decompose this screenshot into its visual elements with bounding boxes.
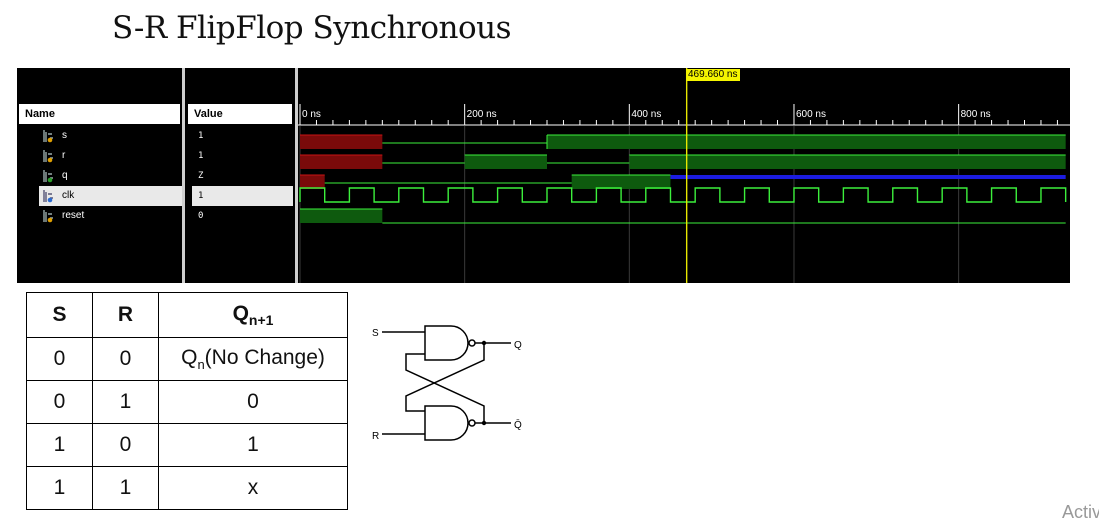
- name-column-header[interactable]: Name: [19, 104, 180, 124]
- wave-r-high: [300, 155, 383, 169]
- wave-reset-high: [300, 209, 383, 223]
- label-q: Q: [514, 340, 522, 351]
- signal-name: q: [62, 170, 68, 181]
- cell-q-text: (No Change): [204, 345, 325, 369]
- page-title: S-R FlipFlop Synchronous: [112, 10, 512, 46]
- time-tick-label: 800 ns: [961, 109, 991, 120]
- table-row: 0 0 Qn(No Change): [26, 337, 348, 381]
- time-tick-label: 600 ns: [796, 109, 826, 120]
- input-port-icon: [43, 210, 53, 223]
- header-q-letter: Q: [232, 301, 249, 325]
- nand-bubble-bottom: [468, 419, 476, 427]
- signal-row-r[interactable]: r: [17, 146, 182, 166]
- header-r: R: [92, 292, 159, 338]
- truth-table-header-row: S R Qn+1: [26, 292, 348, 338]
- output-port-icon: [43, 170, 53, 183]
- junction-dot: [481, 340, 487, 346]
- nand-gate-bottom: [424, 405, 469, 441]
- signal-value-reset: 0: [198, 211, 204, 221]
- wave-r-high: [629, 155, 1066, 169]
- wave-q-high: [571, 175, 671, 189]
- label-qbar: Q̄: [514, 418, 522, 431]
- signal-value-q: Z: [198, 171, 204, 181]
- table-row: 0 1 0: [26, 380, 348, 424]
- header-qn1: Qn+1: [158, 292, 348, 338]
- cell-q: x: [158, 466, 348, 510]
- cell-q-subscript: n: [197, 357, 205, 373]
- signal-row-q[interactable]: q: [17, 166, 182, 186]
- input-port-icon: [43, 150, 53, 163]
- junction-dot: [481, 420, 487, 426]
- cell-s: 1: [26, 423, 93, 467]
- sr-latch-diagram: S R Q Q̄: [372, 325, 522, 442]
- signal-value-clk: 1: [192, 186, 293, 206]
- time-tick-label: 400 ns: [631, 109, 661, 120]
- activation-watermark: Activ: [1062, 502, 1099, 522]
- header-q-subscript: n+1: [248, 312, 274, 329]
- cell-r: 0: [92, 337, 159, 381]
- feedback-bottom: [405, 353, 485, 423]
- cell-s: 0: [26, 380, 93, 424]
- cell-s: 1: [26, 466, 93, 510]
- signal-name: r: [62, 150, 66, 161]
- table-row: 1 0 1: [26, 423, 348, 467]
- cursor-time-label[interactable]: 469.660 ns: [686, 69, 740, 81]
- wave-s-high: [546, 135, 1066, 149]
- signal-value-s: 1: [198, 131, 204, 141]
- cell-q-letter: Q: [181, 345, 198, 369]
- signal-name: clk: [62, 190, 75, 201]
- cell-r: 1: [92, 466, 159, 510]
- header-s: S: [26, 292, 93, 338]
- cell-q: 1: [158, 423, 348, 467]
- signal-value-r: 1: [198, 151, 204, 161]
- time-tick-label: 200 ns: [467, 109, 497, 120]
- signal-name: s: [62, 130, 67, 141]
- wave-r-high: [464, 155, 547, 169]
- waveform-canvas[interactable]: 0 ns 200 ns 400 ns 600 ns 800 ns: [298, 68, 1070, 283]
- signal-row-s[interactable]: s: [17, 126, 182, 146]
- waveform-viewer[interactable]: Name Value s r q clk reset 1 1 Z 1 0 0 n…: [17, 68, 1070, 283]
- truth-table: S R Qn+1 0 0 Qn(No Change) 0 1 0 1 0 1 1…: [26, 292, 348, 510]
- cell-q: 0: [158, 380, 348, 424]
- cell-r: 1: [92, 380, 159, 424]
- nand-bubble-top: [468, 339, 476, 347]
- table-row: 1 1 x: [26, 466, 348, 510]
- label-r: R: [372, 431, 379, 442]
- input-port-icon: [43, 130, 53, 143]
- wave-q-high: [300, 175, 325, 189]
- input-port-icon: [43, 190, 53, 203]
- wave-clk: [299, 187, 1067, 203]
- value-column-header[interactable]: Value: [188, 104, 292, 124]
- cell-r: 0: [92, 423, 159, 467]
- nand-gate-top: [424, 325, 469, 361]
- signal-name: reset: [62, 210, 85, 221]
- cell-q: Qn(No Change): [158, 337, 348, 381]
- wave-q-highz: [670, 175, 1066, 179]
- cell-s: 0: [26, 337, 93, 381]
- wave-s-high: [300, 135, 383, 149]
- time-tick-label: 0 ns: [302, 109, 321, 120]
- label-s: S: [372, 328, 379, 339]
- signal-row-clk[interactable]: clk: [39, 186, 182, 206]
- signal-row-reset[interactable]: reset: [17, 206, 182, 226]
